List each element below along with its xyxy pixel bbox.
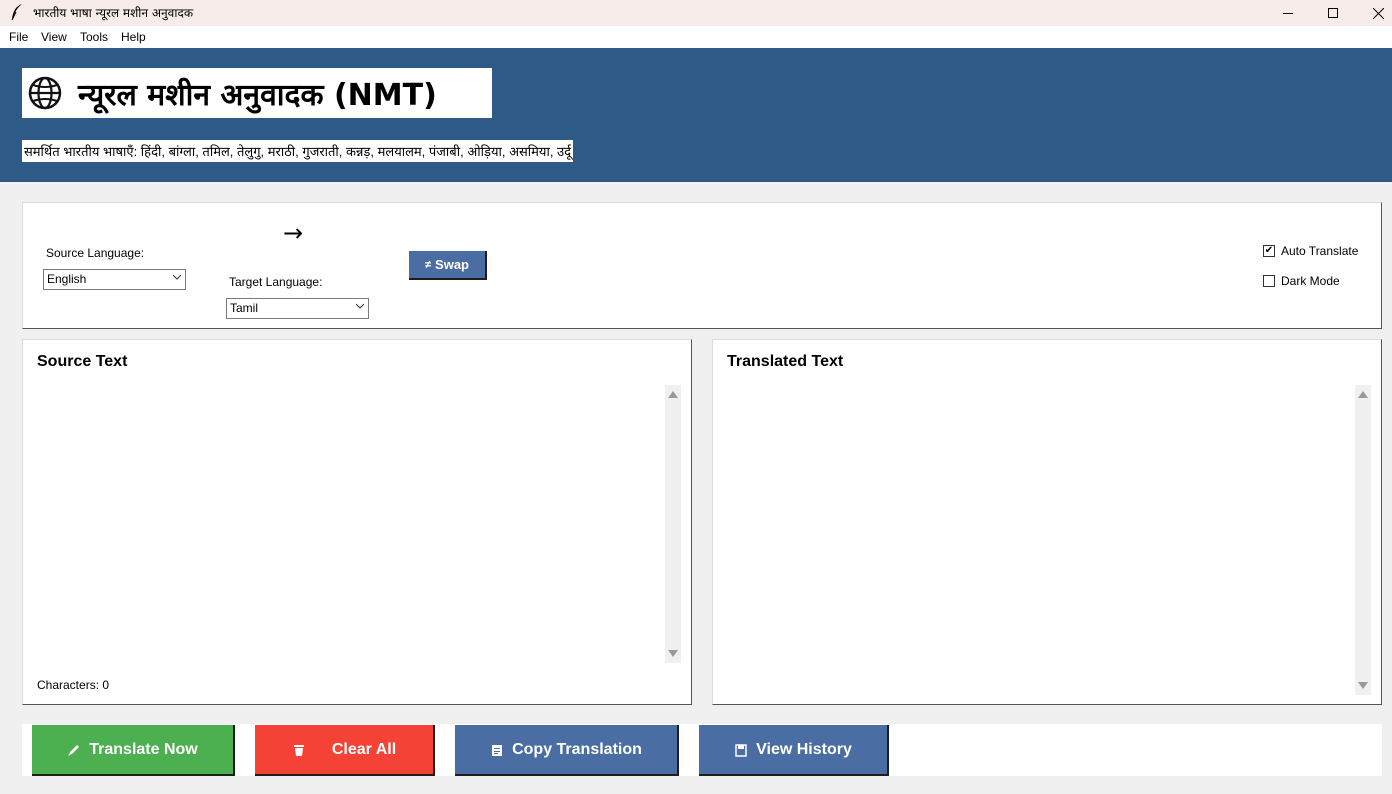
- source-language-value: English: [47, 272, 87, 286]
- trash-icon: [293, 744, 304, 756]
- globe-icon: [28, 76, 62, 110]
- direction-arrow: →: [283, 219, 304, 247]
- translate-now-button[interactable]: Translate Now: [32, 725, 235, 776]
- swap-button[interactable]: ≠ Swap: [409, 251, 487, 280]
- scroll-up-icon[interactable]: [1358, 391, 1368, 398]
- translate-now-label: Translate Now: [89, 740, 198, 758]
- supported-languages: समर्थित भारतीय भाषाएँ: हिंदी, बांग्ला, त…: [22, 140, 574, 162]
- target-language-value: Tamil: [230, 301, 259, 315]
- scroll-up-icon[interactable]: [668, 391, 678, 398]
- menu-file[interactable]: File: [9, 30, 28, 44]
- translated-scrollbar[interactable]: [1355, 385, 1371, 695]
- source-text-title: Source Text: [37, 353, 128, 370]
- target-language-select[interactable]: Tamil: [226, 298, 369, 319]
- pen-icon: [68, 744, 80, 756]
- translated-text-title: Translated Text: [727, 353, 844, 370]
- swap-icon: ≠: [424, 258, 432, 271]
- scroll-down-icon[interactable]: [1358, 682, 1368, 689]
- minimize-icon: [1283, 12, 1293, 14]
- app-title-box: न्यूरल मशीन अनुवादक (NMT): [22, 68, 492, 118]
- scroll-down-icon[interactable]: [668, 650, 678, 657]
- dark-mode-label: Dark Mode: [1281, 274, 1340, 288]
- minimize-button[interactable]: [1265, 0, 1311, 26]
- chevron-down-icon: [173, 274, 181, 280]
- source-text-input[interactable]: [37, 385, 663, 661]
- view-history-label: View History: [756, 740, 852, 758]
- swap-label: Swap: [435, 257, 469, 272]
- source-scrollbar[interactable]: [665, 385, 681, 663]
- history-icon: [735, 743, 747, 757]
- window-title: भारतीय भाषा न्यूरल मशीन अनुवादक: [33, 6, 194, 20]
- menu-tools[interactable]: Tools: [80, 30, 108, 44]
- source-language-select[interactable]: English: [43, 269, 186, 290]
- dark-mode-checkbox[interactable]: [1263, 275, 1275, 287]
- language-controls: Source Language: English → Target Langua…: [22, 202, 1382, 329]
- feather-icon: [10, 3, 24, 21]
- menu-help[interactable]: Help: [121, 30, 146, 44]
- translated-text-output[interactable]: [727, 385, 1353, 693]
- app-title: न्यूरल मशीन अनुवादक (NMT): [78, 78, 437, 113]
- target-language-label: Target Language:: [229, 275, 323, 289]
- auto-translate-label: Auto Translate: [1281, 244, 1359, 258]
- clear-all-label: Clear All: [331, 740, 397, 758]
- view-history-button[interactable]: View History: [699, 725, 889, 776]
- close-button[interactable]: [1355, 0, 1392, 26]
- maximize-button[interactable]: [1310, 0, 1356, 26]
- action-bar: Translate Now Clear All Copy Translation…: [22, 724, 1382, 776]
- translated-text-panel: Translated Text: [712, 339, 1382, 705]
- maximize-icon: [1328, 8, 1338, 18]
- clear-all-button[interactable]: Clear All: [255, 725, 435, 776]
- copy-translation-label: Copy Translation: [512, 740, 642, 758]
- auto-translate-checkbox[interactable]: ✔: [1263, 245, 1275, 257]
- app-header: न्यूरल मशीन अनुवादक (NMT) समर्थित भारतीय…: [0, 48, 1392, 182]
- chevron-down-icon: [356, 303, 364, 309]
- character-count: Characters: 0: [37, 678, 110, 692]
- source-text-panel: Source Text Characters: 0: [22, 339, 692, 705]
- menu-view[interactable]: View: [41, 30, 67, 44]
- close-icon: [1372, 7, 1384, 19]
- title-bar: भारतीय भाषा न्यूरल मशीन अनुवादक: [0, 0, 1392, 26]
- clipboard-icon: [492, 744, 503, 756]
- source-language-label: Source Language:: [46, 246, 145, 260]
- copy-translation-button[interactable]: Copy Translation: [455, 725, 679, 776]
- menu-bar: File View Tools Help: [0, 26, 1392, 48]
